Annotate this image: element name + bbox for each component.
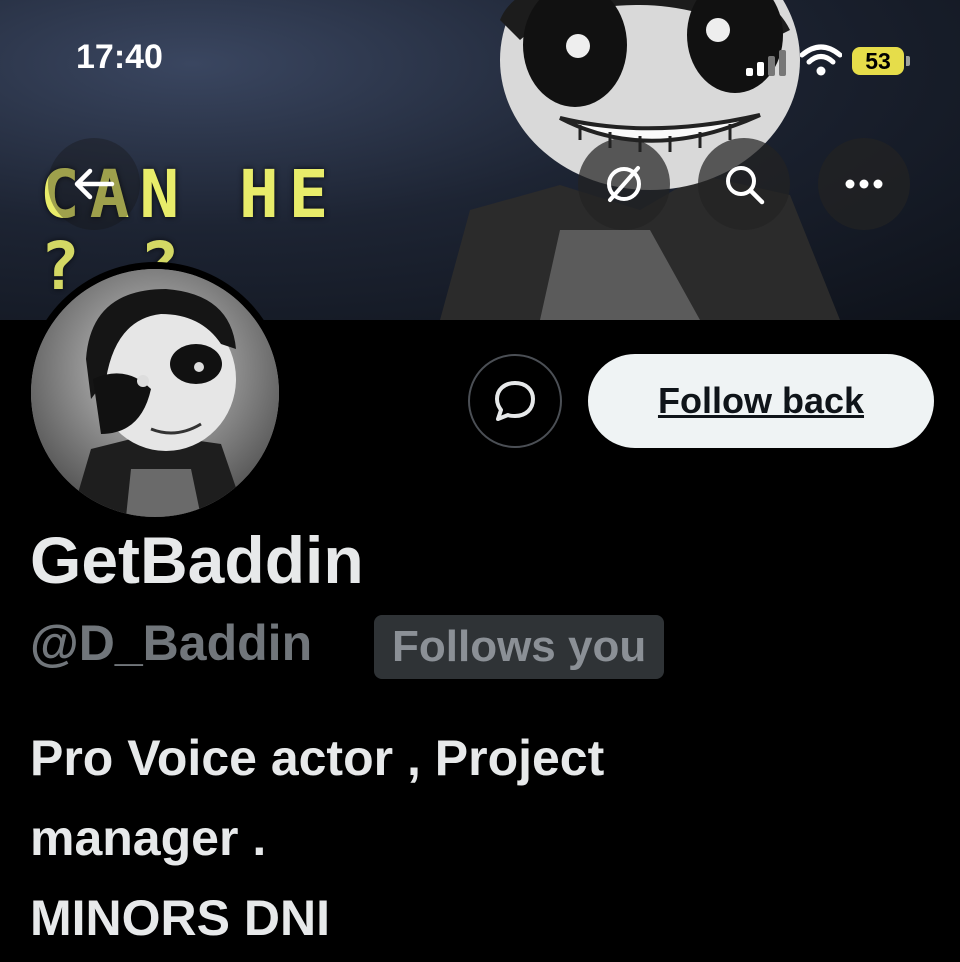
cellular-signal-icon <box>746 50 786 76</box>
status-time: 17:40 <box>76 38 163 76</box>
avatar-illustration <box>31 269 279 517</box>
more-icon <box>845 179 883 189</box>
search-button[interactable] <box>698 138 790 230</box>
display-name: GetBaddin <box>30 523 364 597</box>
search-icon <box>726 166 765 205</box>
grok-icon <box>607 166 641 202</box>
profile-bio: Pro Voice actor , Project manager . MINO… <box>30 718 930 958</box>
bio-line: Pro Voice actor , Project <box>30 730 605 786</box>
back-arrow-icon <box>74 168 115 200</box>
battery-indicator: 53 <box>852 47 904 75</box>
follows-you-badge: Follows you <box>374 615 665 679</box>
status-bar: 17:40 53 <box>0 0 960 120</box>
back-button[interactable] <box>48 138 140 230</box>
battery-tip <box>906 56 910 66</box>
grok-button[interactable] <box>578 138 670 230</box>
user-handle: @D_Baddin <box>30 615 313 671</box>
bio-line: MINORS DNI <box>30 890 330 946</box>
more-options-button[interactable] <box>818 138 910 230</box>
avatar[interactable] <box>24 262 286 524</box>
follow-back-button[interactable]: Follow back <box>588 354 934 448</box>
message-button[interactable] <box>468 354 562 448</box>
chat-bubble-icon <box>495 381 535 421</box>
wifi-icon <box>800 44 842 76</box>
bio-line: manager . <box>30 810 267 866</box>
